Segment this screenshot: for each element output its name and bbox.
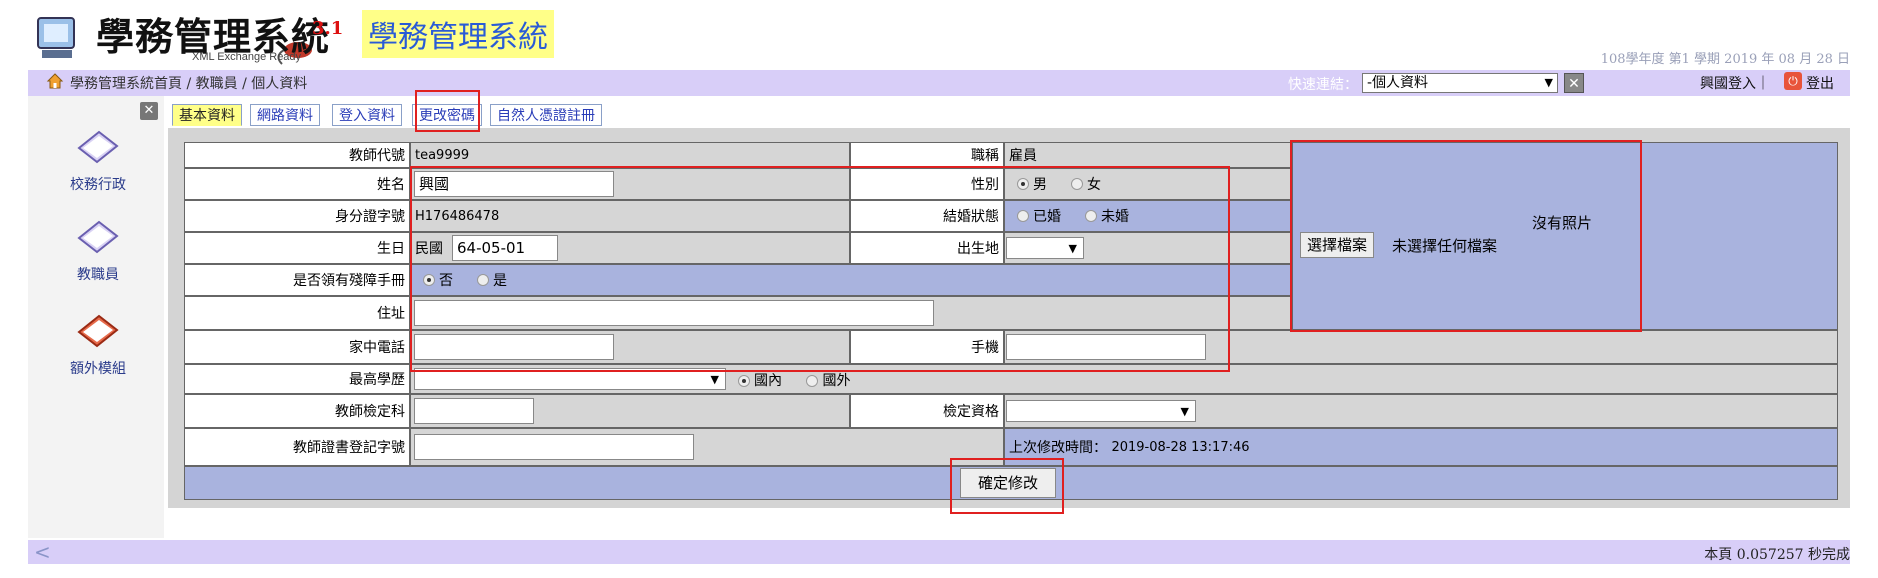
breadcrumb-staff-link[interactable]: 教職員 (196, 76, 238, 92)
home-phone-label: 家中電話 (184, 330, 410, 364)
gender-label: 性別 (850, 168, 1004, 200)
disability-yes-label: 是 (493, 273, 507, 289)
cert-qualification-select[interactable]: ▼ (1006, 400, 1196, 422)
chevron-down-icon: ▼ (1068, 242, 1077, 255)
cert-qualification-label: 檢定資格 (850, 394, 1004, 428)
breadcrumb-separator: / (237, 76, 252, 92)
id-number-label: 身分證字號 (184, 200, 410, 232)
quick-link-label: 快速連結： (1288, 77, 1358, 93)
gender-male-label: 男 (1033, 177, 1047, 193)
cert-subject-label: 教師檢定科 (184, 394, 410, 428)
user-login-label: 興國登入｜ (1700, 76, 1770, 92)
close-icon[interactable]: ✕ (140, 102, 158, 120)
logout-link[interactable]: 登出 (1806, 73, 1834, 93)
disability-no-label: 否 (439, 273, 453, 289)
term-date-status: 108學年度 第1 學期 2019 年 08 月 28 日 (1600, 52, 1850, 67)
teacher-code-value: tea9999 (410, 142, 850, 168)
no-file-text: 未選擇任何檔案 (1392, 237, 1498, 255)
footer-bar (28, 540, 1850, 564)
birthday-input[interactable]: 64-05-01 (452, 235, 558, 261)
last-modified-value: 2019-08-28 13:17:46 (1111, 439, 1250, 455)
cert-subject-input[interactable] (414, 398, 534, 424)
breadcrumb-current: 個人資料 (251, 76, 308, 92)
collapse-arrow-icon[interactable]: < (34, 540, 51, 564)
logo-subtitle: XML Exchange Ready (192, 51, 302, 63)
birthplace-select[interactable]: ▼ (1006, 237, 1084, 259)
name-label: 姓名 (184, 168, 410, 200)
tab-bar: 基本資料 網路資料 登入資料 更改密碼 自然人憑證註冊 (172, 104, 622, 128)
disability-cell: 否 是 (410, 264, 1292, 296)
marital-married-radio[interactable] (1017, 210, 1029, 222)
last-modified-cell: 上次修改時間： 2019-08-28 13:17:46 (1004, 428, 1838, 466)
home-phone-input[interactable] (414, 334, 614, 360)
book-icon (77, 130, 119, 164)
education-label: 最高學歷 (184, 364, 410, 394)
logo-version: 3.1 (312, 18, 344, 39)
address-input[interactable] (414, 300, 934, 326)
book-icon (77, 220, 119, 254)
submit-button[interactable]: 確定修改 (960, 468, 1056, 498)
power-icon[interactable]: ⏻ (1784, 72, 1802, 90)
sidebar-item-admin[interactable]: 校務行政 (58, 126, 138, 194)
sidebar-item-extra-modules[interactable]: 額外模組 (58, 310, 138, 378)
sidebar-item-staff[interactable]: 教職員 (58, 216, 138, 284)
name-input[interactable]: 興國 (414, 171, 614, 197)
app-title: 學務管理系統 (362, 10, 554, 58)
mobile-label: 手機 (850, 330, 1004, 364)
gender-male-radio[interactable] (1017, 178, 1029, 190)
sidebar-item-label: 教職員 (77, 267, 119, 283)
disability-yes-radio[interactable] (477, 274, 489, 286)
gender-female-radio[interactable] (1071, 178, 1083, 190)
teacher-code-label: 教師代號 (184, 142, 410, 168)
edu-foreign-radio[interactable] (806, 375, 819, 387)
marital-single-label: 未婚 (1101, 209, 1129, 225)
edu-foreign-label: 國外 (822, 373, 851, 389)
breadcrumb-separator: / (182, 76, 196, 92)
edu-domestic-radio[interactable] (738, 375, 750, 387)
quick-link-select[interactable]: -個人資料 ▼ (1362, 73, 1558, 93)
education-select[interactable]: ▼ (414, 368, 726, 390)
gender-female-label: 女 (1087, 177, 1101, 193)
education-location-group: 國內 國外 (730, 370, 850, 390)
breadcrumb-home-link[interactable]: 學務管理系統首頁 (70, 76, 182, 92)
birthplace-label: 出生地 (850, 232, 1004, 264)
marital-married-label: 已婚 (1033, 209, 1061, 225)
sidebar-item-label: 額外模組 (70, 361, 126, 377)
sidebar-item-label: 校務行政 (70, 177, 126, 193)
birthday-label: 生日 (184, 232, 410, 264)
page-timing: 本頁 0.057257 秒完成 (1704, 547, 1850, 563)
tab-change-password[interactable]: 更改密碼 (412, 104, 482, 126)
job-title-label: 職稱 (850, 142, 1004, 168)
chevron-down-icon: ▼ (1180, 405, 1189, 418)
tab-citizen-cert[interactable]: 自然人憑證註冊 (490, 104, 602, 126)
choose-file-button[interactable]: 選擇檔案 (1300, 232, 1375, 258)
address-label: 住址 (184, 296, 410, 330)
gender-cell: 男 女 (1004, 168, 1292, 200)
tab-login-info[interactable]: 登入資料 (332, 104, 402, 126)
cert-registration-input[interactable] (414, 434, 694, 460)
home-icon[interactable] (46, 72, 64, 90)
tab-basic-info[interactable]: 基本資料 (172, 104, 242, 126)
disability-label: 是否領有殘障手冊 (184, 264, 410, 296)
marital-status-label: 結婚狀態 (850, 200, 1004, 232)
mobile-input[interactable] (1006, 334, 1206, 360)
job-title-value: 雇員 (1004, 142, 1292, 168)
chevron-down-icon: ▼ (1544, 76, 1553, 89)
cert-registration-label: 教師證書登記字號 (184, 428, 410, 466)
book-icon (77, 314, 119, 348)
birthday-era: 民國 (415, 241, 443, 257)
breadcrumb: 學務管理系統首頁 / 教職員 / 個人資料 (70, 73, 307, 93)
edu-domestic-label: 國內 (754, 373, 782, 389)
no-photo-text: 沒有照片 (1532, 214, 1593, 232)
marital-single-radio[interactable] (1085, 210, 1097, 222)
last-modified-label: 上次修改時間： (1009, 440, 1107, 456)
quick-link-value: -個人資料 (1367, 75, 1429, 91)
marital-status-cell: 已婚 未婚 (1004, 200, 1292, 232)
close-icon[interactable]: ✕ (1564, 73, 1584, 93)
chevron-down-icon: ▼ (710, 373, 719, 386)
disability-no-radio[interactable] (423, 274, 435, 286)
tab-network-info[interactable]: 網路資料 (250, 104, 320, 126)
id-number-value: H176486478 (410, 200, 850, 232)
